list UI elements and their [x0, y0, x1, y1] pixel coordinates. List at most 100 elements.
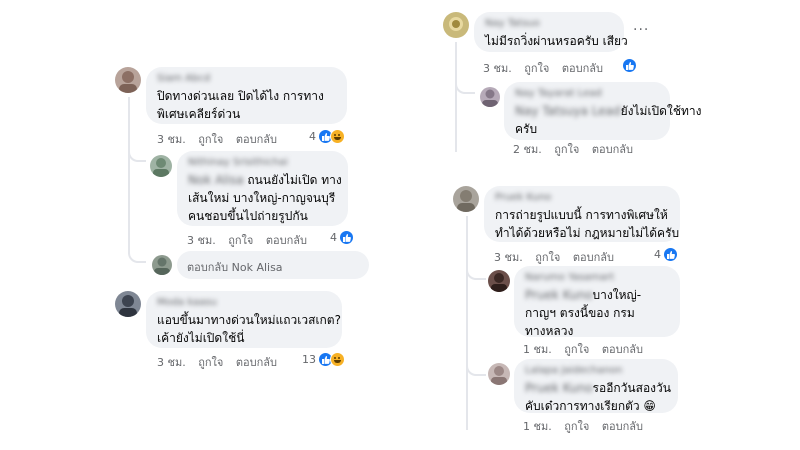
comment-time[interactable]: 1 ชม. [523, 420, 552, 433]
reaction-count: 4 [654, 248, 661, 261]
comment-text: กาญฯ ตรงนี้ของ กรม [525, 306, 635, 320]
reply-input[interactable]: ตอบกลับ Nok Alisa [177, 251, 369, 279]
thread-line [455, 42, 457, 152]
comment-time[interactable]: 3 ชม. [494, 251, 523, 264]
tagged-user[interactable]: Nay Tatsuya Lead [515, 104, 621, 118]
comment-actions: 3 ชม. ถูกใจ ตอบกลับ [483, 59, 612, 77]
comment-text: ครับ [515, 122, 538, 136]
tagged-user[interactable]: Pruek Kuno [525, 381, 593, 395]
comment-bubble: Siam Abcd ปิดทางด่วนเลย ปิดได้ไง การทาง … [146, 67, 347, 124]
comment-time[interactable]: 3 ชม. [157, 133, 186, 146]
avatar[interactable] [488, 270, 510, 292]
avatar[interactable] [488, 363, 510, 385]
avatar[interactable] [115, 67, 141, 93]
comment-text: แอบขึ้นมาทางด่วนใหม่แถวเวสเกต? [157, 313, 341, 327]
comment-time[interactable]: 2 ชม. [513, 143, 542, 156]
haha-reaction-icon [330, 352, 345, 367]
reply-button[interactable]: ตอบกลับ [592, 143, 633, 156]
comment-actions: 1 ชม. ถูกใจ ตอบกลับ [523, 417, 652, 435]
like-button[interactable]: ถูกใจ [228, 234, 253, 247]
comment-text: Nok Alisa ถนนยังไม่เปิด ทาง [188, 173, 342, 187]
tagged-user[interactable]: Nok Alisa [188, 173, 244, 187]
comment-bubble: Pruek Kuno การถ่ายรูปแบบนี้ การทางพิเศษใ… [484, 186, 680, 242]
like-reaction-icon [339, 230, 354, 245]
like-button[interactable]: ถูกใจ [564, 343, 589, 356]
like-button[interactable]: ถูกใจ [198, 356, 223, 369]
comment-time[interactable]: 3 ชม. [483, 62, 512, 75]
comment-text: Nay Tatsuya Leadยังไม่เปิดใช้ทาง [515, 104, 702, 118]
comment-text: Pruek Kunoบางใหญ่- [525, 288, 642, 302]
reaction-count: 4 [309, 130, 316, 143]
reaction-count: 13 [302, 353, 316, 366]
like-button[interactable]: ถูกใจ [535, 251, 560, 264]
reply-button[interactable]: ตอบกลับ [266, 234, 307, 247]
like-button[interactable]: ถูกใจ [198, 133, 223, 146]
commenter-name[interactable]: Nithinay Srisithichai [188, 157, 337, 168]
reply-button[interactable]: ตอบกลับ [602, 343, 643, 356]
reaction-summary[interactable]: 13 [302, 352, 345, 367]
comment-time[interactable]: 3 ชม. [187, 234, 216, 247]
comment-actions: 3 ชม. ถูกใจ ตอบกลับ [187, 231, 316, 249]
thread-elbow [466, 360, 486, 376]
comment-bubble: Moda kaasu แอบขึ้นมาทางด่วนใหม่แถวเวสเกต… [146, 291, 342, 348]
thread-elbow [128, 146, 146, 162]
thread-line [128, 97, 130, 247]
comment-text: คนชอบขึ้นไปถ่ายรูปกัน [188, 209, 308, 223]
like-reaction-icon [622, 58, 637, 73]
comment-time[interactable]: 1 ชม. [523, 343, 552, 356]
comment-actions: 2 ชม. ถูกใจ ตอบกลับ [513, 140, 642, 158]
reply-button[interactable]: ตอบกลับ [562, 62, 603, 75]
comment-bubble: Nay Tatsuo ไม่มีรถวิ่งผ่านหรอครับ เสียว [474, 12, 628, 52]
reaction-summary[interactable]: 4 [654, 247, 678, 262]
like-reaction-icon [663, 247, 678, 262]
thread-elbow [455, 78, 475, 94]
like-button[interactable]: ถูกใจ [554, 143, 579, 156]
reply-button[interactable]: ตอบกลับ [236, 133, 277, 146]
more-options-icon[interactable]: ··· [633, 22, 649, 38]
comment-text: เส้นใหม่ บางใหญ่-กาญจนบุรี [188, 191, 336, 205]
reply-button[interactable]: ตอบกลับ [573, 251, 614, 264]
avatar[interactable] [453, 186, 479, 212]
avatar[interactable] [150, 155, 172, 177]
reaction-summary[interactable]: 4 [309, 129, 345, 144]
commenter-name[interactable]: Nay Tayarat Lead [515, 88, 659, 99]
comment-time[interactable]: 3 ชม. [157, 356, 186, 369]
haha-reaction-icon [330, 129, 345, 144]
commenter-name[interactable]: Narumo Yasamart [525, 272, 669, 283]
reaction-summary[interactable] [622, 58, 637, 73]
comment-actions: 3 ชม. ถูกใจ ตอบกลับ [494, 248, 623, 266]
reply-bubble: Nithinay Srisithichai Nok Alisa ถนนยังไม… [177, 151, 348, 226]
avatar[interactable] [115, 291, 141, 317]
avatar [152, 255, 172, 275]
comment-text: เค้ายังไม่เปิดใช้นี่ [157, 331, 245, 345]
commenter-name[interactable]: Pruek Kuno [495, 192, 669, 203]
commenter-name[interactable]: Siam Abcd [157, 73, 336, 84]
comment-text: พิเศษเคลียร์ด่วน [157, 107, 241, 121]
reaction-count: 4 [330, 231, 337, 244]
commenter-name[interactable]: Lalapa Jaidechanon [525, 365, 667, 376]
reply-bubble: Narumo Yasamart Pruek Kunoบางใหญ่- กาญฯ … [514, 266, 680, 338]
comment-text: ปิดทางด่วนเลย ปิดได้ไง การทาง [157, 89, 324, 103]
reply-button[interactable]: ตอบกลับ [602, 420, 643, 433]
reply-bubble: Nay Tayarat Lead Nay Tatsuya Leadยังไม่เ… [504, 82, 702, 140]
reply-button[interactable]: ตอบกลับ [236, 356, 277, 369]
reaction-summary[interactable]: 4 [330, 230, 354, 245]
comment-text: Pruek Kunoรออีกวันสองวัน [525, 381, 671, 395]
comment-text: ไม่มีรถวิ่งผ่านหรอครับ เสียว [485, 34, 628, 48]
comment-actions: 1 ชม. ถูกใจ ตอบกลับ [523, 340, 652, 358]
like-button[interactable]: ถูกใจ [564, 420, 589, 433]
thread-elbow [128, 247, 146, 263]
thread-line [466, 216, 468, 430]
commenter-name[interactable]: Nay Tatsuo [485, 18, 613, 29]
reply-input-placeholder: ตอบกลับ Nok Alisa [187, 261, 283, 274]
comment-text: ทางหลวง [525, 324, 574, 338]
like-button[interactable]: ถูกใจ [524, 62, 549, 75]
comment-actions: 3 ชม. ถูกใจ ตอบกลับ [157, 353, 286, 371]
thread-elbow [466, 264, 486, 280]
comment-text: คับเด๋วการทางเรียกตัว 😁 [525, 399, 656, 413]
tagged-user[interactable]: Pruek Kuno [525, 288, 593, 302]
avatar[interactable] [480, 87, 500, 107]
avatar[interactable] [443, 12, 469, 38]
commenter-name[interactable]: Moda kaasu [157, 297, 331, 308]
comment-text: การถ่ายรูปแบบนี้ การทางพิเศษให้ [495, 208, 668, 222]
